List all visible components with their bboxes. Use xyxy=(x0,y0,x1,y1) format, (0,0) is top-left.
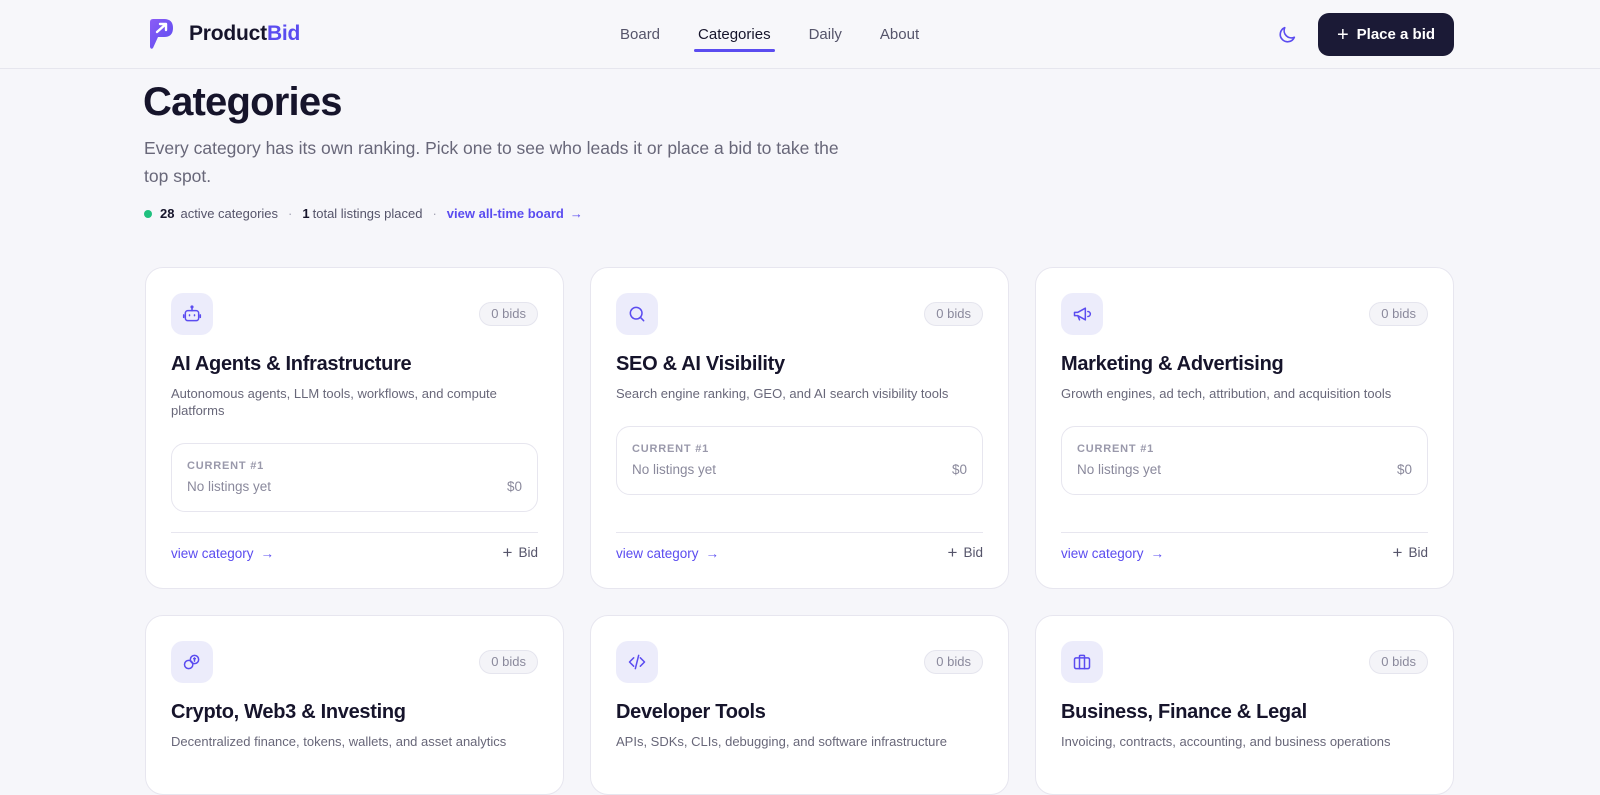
view-all-time-board-link[interactable]: view all-time board → xyxy=(447,206,583,221)
arrow-right-icon: → xyxy=(569,206,583,221)
nav-daily[interactable]: Daily xyxy=(809,0,842,69)
view-category-link[interactable]: view category → xyxy=(616,546,719,561)
bid-count-badge: 0 bids xyxy=(479,650,538,674)
plus-icon: + xyxy=(502,543,513,562)
bid-count-badge: 0 bids xyxy=(924,302,983,326)
bid-label: Bid xyxy=(963,545,983,560)
search-icon xyxy=(629,306,645,322)
current-label: CURRENT #1 xyxy=(1077,443,1155,455)
stats-line: 28 active categories · 1 total listings … xyxy=(144,206,583,221)
view-category-label: view category xyxy=(171,546,254,561)
category-icon-tile xyxy=(1061,641,1103,683)
view-category-label: view category xyxy=(616,546,699,561)
view-category-label: view category xyxy=(1061,546,1144,561)
active-label: active categories xyxy=(180,206,279,221)
bid-label: Bid xyxy=(1408,545,1428,560)
bid-button[interactable]: + Bid xyxy=(503,544,538,561)
category-card-marketing[interactable]: 0 bids Marketing & Advertising Growth en… xyxy=(1035,267,1454,589)
bid-label: Bid xyxy=(518,545,538,560)
category-card-business[interactable]: 0 bids Business, Finance & Legal Invoici… xyxy=(1035,615,1454,795)
category-title[interactable]: Marketing & Advertising xyxy=(1061,353,1284,376)
megaphone-icon xyxy=(1073,307,1092,321)
current-leader-box: CURRENT #1 No listings yet $0 xyxy=(171,443,538,512)
page-subtitle: Every category has its own ranking. Pick… xyxy=(144,138,839,186)
nav-board[interactable]: Board xyxy=(620,0,660,69)
category-title[interactable]: Crypto, Web3 & Investing xyxy=(171,701,406,724)
bid-count-badge: 0 bids xyxy=(1369,650,1428,674)
bid-button[interactable]: + Bid xyxy=(948,544,983,561)
current-leader-name: No listings yet xyxy=(187,479,272,494)
listings-label: total listings placed xyxy=(312,206,423,221)
category-title[interactable]: Developer Tools xyxy=(616,701,766,724)
category-icon-tile xyxy=(171,641,213,683)
robot-icon xyxy=(182,305,202,322)
current-leader-name: No listings yet xyxy=(1077,462,1162,477)
current-leader-box: CURRENT #1 No listings yet $0 xyxy=(1061,426,1428,495)
bid-count-badge: 0 bids xyxy=(924,650,983,674)
main-nav: Board Categories Daily About xyxy=(620,0,957,69)
category-card-developer-tools[interactable]: 0 bids Developer Tools APIs, SDKs, CLIs,… xyxy=(590,615,1009,795)
theme-toggle-button[interactable] xyxy=(1276,24,1298,46)
current-leader-amount: $0 xyxy=(1396,462,1412,477)
nav-categories[interactable]: Categories xyxy=(694,0,775,69)
category-card-ai-agents[interactable]: 0 bids AI Agents & Infrastructure Autono… xyxy=(145,267,564,589)
category-card-seo[interactable]: 0 bids SEO & AI Visibility Search engine… xyxy=(590,267,1009,589)
arrow-right-icon: → xyxy=(1150,546,1165,561)
status-dot-icon xyxy=(144,209,152,218)
card-divider xyxy=(1061,532,1428,533)
plus-icon: + xyxy=(1336,23,1349,46)
view-category-link[interactable]: view category → xyxy=(1061,546,1164,561)
category-description: Growth engines, ad tech, attribution, an… xyxy=(1061,386,1392,401)
current-leader-name: No listings yet xyxy=(632,462,717,477)
code-icon xyxy=(628,654,646,670)
card-divider xyxy=(616,532,983,533)
category-icon-tile xyxy=(616,293,658,335)
brand-logo[interactable]: ProductBid xyxy=(147,18,300,50)
category-description: Autonomous agents, LLM tools, workflows,… xyxy=(171,386,497,418)
category-title[interactable]: SEO & AI Visibility xyxy=(616,353,785,376)
listings-count: 1 xyxy=(302,206,310,221)
place-bid-label: Place a bid xyxy=(1356,26,1436,43)
top-navigation-bar: ProductBid Board Categories Daily About … xyxy=(0,0,1600,69)
briefcase-icon xyxy=(1073,654,1091,670)
current-leader-box: CURRENT #1 No listings yet $0 xyxy=(616,426,983,495)
current-label: CURRENT #1 xyxy=(187,460,265,472)
plus-icon: + xyxy=(947,543,958,562)
card-divider xyxy=(171,532,538,533)
category-title[interactable]: AI Agents & Infrastructure xyxy=(171,353,412,376)
nav-about[interactable]: About xyxy=(880,0,919,69)
current-leader-amount: $0 xyxy=(951,462,967,477)
arrow-right-icon: → xyxy=(705,546,720,561)
bid-button[interactable]: + Bid xyxy=(1393,544,1428,561)
productbid-logo-icon xyxy=(150,19,173,49)
arrow-right-icon: → xyxy=(260,546,275,561)
category-icon-tile xyxy=(171,293,213,335)
brand-name: ProductBid xyxy=(189,22,301,45)
separator-dot: · xyxy=(432,206,437,221)
place-bid-button[interactable]: + Place a bid xyxy=(1318,13,1454,56)
all-time-link-label: view all-time board xyxy=(446,206,564,221)
category-description: Search engine ranking, GEO, and AI searc… xyxy=(616,386,949,401)
category-icon-tile xyxy=(616,641,658,683)
page-title: Categories xyxy=(143,80,343,124)
bid-count-badge: 0 bids xyxy=(1369,302,1428,326)
coins-icon xyxy=(183,654,200,670)
current-leader-amount: $0 xyxy=(506,479,522,494)
moon-icon xyxy=(1279,26,1296,43)
current-label: CURRENT #1 xyxy=(632,443,710,455)
bid-count-badge: 0 bids xyxy=(479,302,538,326)
category-icon-tile xyxy=(1061,293,1103,335)
category-description: APIs, SDKs, CLIs, debugging, and softwar… xyxy=(616,734,947,749)
category-card-crypto[interactable]: 0 bids Crypto, Web3 & Investing Decentra… xyxy=(145,615,564,795)
separator-dot: · xyxy=(288,206,293,221)
category-description: Invoicing, contracts, accounting, and bu… xyxy=(1061,734,1391,749)
category-description: Decentralized finance, tokens, wallets, … xyxy=(171,734,507,749)
view-category-link[interactable]: view category → xyxy=(171,546,274,561)
category-title[interactable]: Business, Finance & Legal xyxy=(1061,701,1307,724)
active-count: 28 xyxy=(160,206,175,221)
plus-icon: + xyxy=(1392,543,1403,562)
